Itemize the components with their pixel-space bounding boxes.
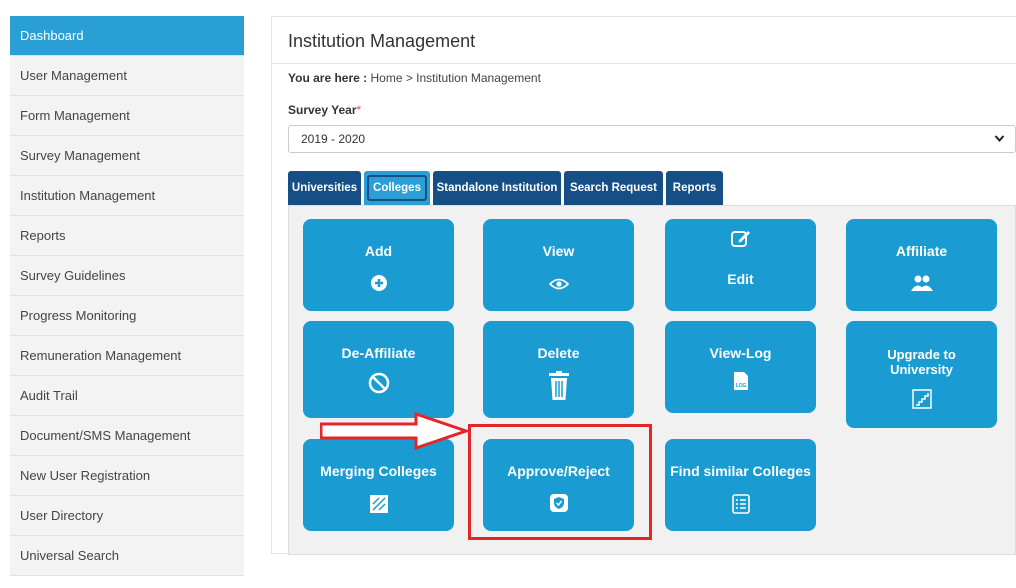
tab-standalone-institution[interactable]: Standalone Institution	[433, 171, 561, 205]
add-college-button[interactable]: Add	[303, 219, 454, 311]
merge-icon	[369, 494, 389, 517]
survey-year-value: 2019 - 2020	[301, 132, 366, 146]
view-log-label: View-Log	[709, 345, 772, 361]
users-icon	[910, 274, 934, 295]
edit-icon	[730, 227, 752, 252]
affiliate-label: Affiliate	[895, 243, 948, 259]
de-affiliate-button[interactable]: De-Affiliate	[303, 321, 454, 418]
de-affiliate-label: De-Affiliate	[341, 345, 416, 361]
find-similar-colleges-button[interactable]: Find similar Colleges	[665, 439, 816, 531]
sidebar-item-institution-management[interactable]: Institution Management	[10, 176, 244, 216]
sidebar-item-audit-trail[interactable]: Audit Trail	[10, 376, 244, 416]
view-label: View	[542, 243, 575, 259]
required-marker: *	[356, 103, 362, 117]
sidebar-item-progress-monitoring[interactable]: Progress Monitoring	[10, 296, 244, 336]
sidebar-item-form-management[interactable]: Form Management	[10, 96, 244, 136]
sidebar-item-survey-guidelines[interactable]: Survey Guidelines	[10, 256, 244, 296]
view-college-button[interactable]: View	[483, 219, 634, 311]
title-divider	[272, 63, 1016, 64]
add-label: Add	[364, 243, 393, 259]
sidebar-item-remuneration-management[interactable]: Remuneration Management	[10, 336, 244, 376]
approve-reject-highlight-box	[468, 424, 652, 540]
log-file-icon: LOG	[733, 371, 749, 394]
sidebar-item-new-user-registration[interactable]: New User Registration	[10, 456, 244, 496]
list-icon	[731, 494, 750, 517]
ban-icon	[368, 372, 390, 397]
sidebar-item-reports[interactable]: Reports	[10, 216, 244, 256]
tab-colleges-label: Colleges	[367, 175, 427, 201]
sidebar-item-user-directory[interactable]: User Directory	[10, 496, 244, 536]
sidebar-item-dashboard[interactable]: Dashboard	[10, 16, 244, 56]
edit-label: Edit	[727, 271, 754, 287]
survey-year-label-text: Survey Year	[288, 103, 357, 117]
delete-college-button[interactable]: Delete	[483, 321, 634, 418]
affiliate-button[interactable]: Affiliate	[846, 219, 997, 311]
page-title: Institution Management	[288, 31, 476, 51]
find-similar-label: Find similar Colleges	[670, 463, 811, 479]
sidebar-item-document-sms-management[interactable]: Document/SMS Management	[10, 416, 244, 456]
breadcrumb-prefix: You are here :	[288, 71, 368, 85]
edit-college-button[interactable]: Edit	[665, 219, 816, 311]
upgrade-to-university-button[interactable]: Upgrade to University	[846, 321, 997, 428]
svg-text:LOG: LOG	[735, 383, 746, 389]
tab-universities[interactable]: Universities	[288, 171, 361, 205]
survey-year-select[interactable]: 2019 - 2020	[288, 125, 1016, 153]
survey-year-label: Survey Year*	[288, 103, 361, 117]
eye-icon	[548, 277, 569, 294]
trash-icon	[548, 371, 570, 404]
breadcrumb-trail[interactable]: Home > Institution Management	[370, 71, 540, 85]
plus-circle-icon	[370, 274, 388, 295]
stairs-icon	[911, 389, 932, 412]
sidebar-item-universal-search[interactable]: Universal Search	[10, 536, 244, 576]
tab-reports[interactable]: Reports	[666, 171, 723, 205]
tab-search-request[interactable]: Search Request	[564, 171, 663, 205]
upgrade-label: Upgrade to University	[887, 347, 956, 377]
merging-colleges-label: Merging Colleges	[320, 463, 437, 479]
view-log-button[interactable]: View-Log LOG	[665, 321, 816, 413]
annotation-arrow-icon	[319, 411, 471, 455]
sidebar: Dashboard User Management Form Managemen…	[10, 16, 244, 576]
chevron-down-icon	[994, 126, 1005, 161]
sidebar-item-survey-management[interactable]: Survey Management	[10, 136, 244, 176]
tab-colleges[interactable]: Colleges	[364, 171, 430, 205]
delete-label: Delete	[537, 345, 580, 361]
sidebar-item-user-management[interactable]: User Management	[10, 56, 244, 96]
breadcrumb: You are here : Home > Institution Manage…	[288, 71, 541, 85]
